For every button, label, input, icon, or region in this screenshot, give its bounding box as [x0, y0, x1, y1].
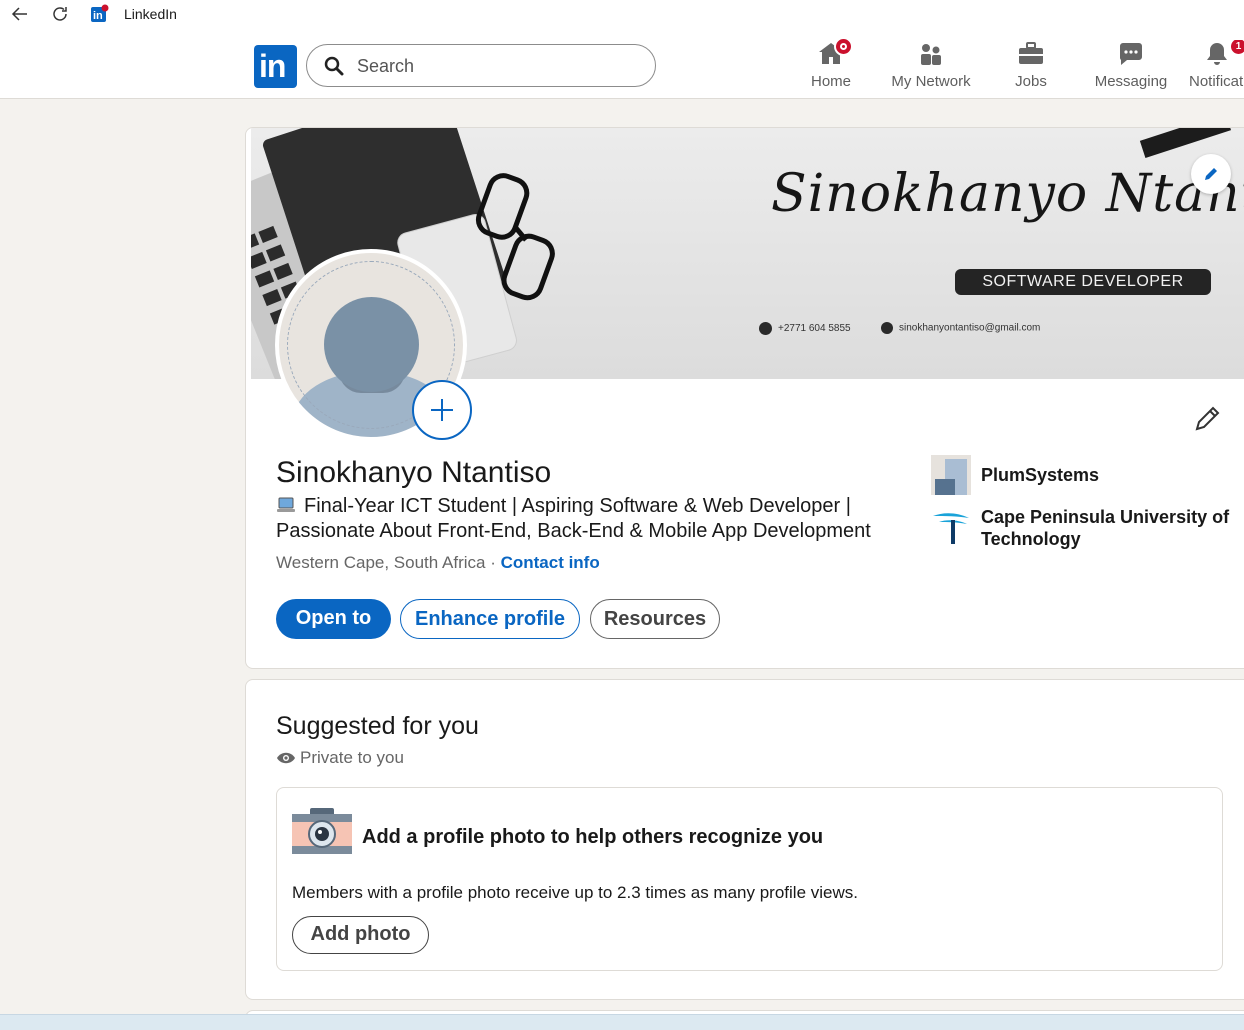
nav-notifications[interactable]: 1 Notificat: [1189, 40, 1244, 94]
linkedin-favicon-icon: in: [91, 4, 109, 22]
phone-icon: [759, 322, 772, 335]
company-logo-icon: [931, 455, 971, 495]
nav-home-label: Home: [810, 73, 851, 90]
add-profile-photo-button[interactable]: [412, 380, 472, 440]
linkedin-logo[interactable]: in: [254, 45, 297, 88]
banner-email: sinokhanyontantiso@gmail.com: [881, 322, 1040, 334]
nav-home[interactable]: Home: [806, 37, 856, 94]
add-photo-button[interactable]: Add photo: [292, 916, 429, 954]
open-to-button[interactable]: Open to: [276, 599, 391, 639]
enhance-profile-button[interactable]: Enhance profile: [400, 599, 580, 639]
eye-icon: [277, 752, 295, 764]
suggested-title: Suggested for you: [276, 712, 479, 740]
add-photo-heading: Add a profile photo to help others recog…: [362, 826, 824, 848]
profile-name: Sinokhanyo Ntantiso: [276, 456, 552, 489]
search-box[interactable]: [306, 44, 656, 87]
bell-icon: [1207, 43, 1227, 65]
profile-headline: Final-Year ICT Student | Aspiring Softwa…: [276, 494, 906, 544]
pencil-icon: [1205, 168, 1217, 180]
university-logo-icon: [933, 513, 969, 544]
edit-banner-button[interactable]: [1191, 154, 1231, 194]
nav-jobs-label: Jobs: [1015, 73, 1047, 90]
nav-my-network[interactable]: My Network: [888, 40, 974, 94]
message-icon: [1120, 43, 1142, 65]
edit-profile-pencil-icon[interactable]: [1192, 404, 1222, 434]
resources-button[interactable]: Resources: [590, 599, 720, 639]
suggested-card: Suggested for you Private to you Add a p…: [245, 679, 1244, 1000]
add-photo-description: Members with a profile photo receive up …: [292, 883, 858, 902]
window-title: LinkedIn: [124, 6, 177, 22]
privacy-label: Private to you: [300, 748, 404, 767]
add-photo-suggestion: Add a profile photo to help others recog…: [276, 787, 1223, 971]
org-cput-name: Cape Peninsula University of Technology: [981, 507, 1230, 549]
top-navbar: in Home My Network Jobs Messaging 1 Noti…: [0, 28, 1244, 99]
profile-card: Sinokhanyo Ntantiso SOFTWARE DEVELOPER +…: [245, 127, 1244, 669]
nav-network-label: My Network: [891, 73, 971, 90]
nav-messaging-label: Messaging: [1094, 73, 1168, 90]
notifications-count-badge: 1: [1229, 40, 1244, 56]
banner-email-text: sinokhanyontantiso@gmail.com: [899, 322, 1041, 334]
banner-name-text: Sinokhanyo Ntantiso: [771, 164, 1244, 224]
logo-text: in: [259, 48, 286, 84]
nav-jobs[interactable]: Jobs: [1006, 40, 1056, 94]
profile-location: Western Cape, South Africa: [276, 553, 486, 572]
profile-location-line: Western Cape, South Africa · Contact inf…: [276, 553, 600, 573]
banner-phone: +2771 604 5855: [759, 322, 851, 335]
search-input[interactable]: [357, 53, 637, 79]
back-arrow-icon[interactable]: [10, 4, 30, 24]
svg-text:in: in: [93, 10, 103, 22]
org-plumsystems-name: PlumSystems: [981, 465, 1100, 485]
profile-headline-text: Final-Year ICT Student | Aspiring Softwa…: [276, 495, 871, 542]
camera-icon: [292, 808, 352, 854]
nav-messaging[interactable]: Messaging: [1093, 40, 1169, 94]
banner-role-pill: SOFTWARE DEVELOPER: [955, 269, 1211, 295]
search-icon: [324, 56, 344, 76]
home-notification-badge: [834, 37, 853, 56]
refresh-icon[interactable]: [50, 4, 70, 24]
email-icon: [881, 322, 893, 334]
private-to-you: Private to you: [276, 748, 404, 768]
banner-phone-text: +2771 604 5855: [778, 323, 851, 335]
briefcase-icon: [1019, 42, 1043, 64]
browser-titlebar: in LinkedIn: [0, 0, 1244, 28]
os-taskbar: [0, 1014, 1244, 1030]
network-icon: [921, 44, 941, 65]
nav-notifications-label: Notificat: [1189, 73, 1244, 90]
contact-info-link[interactable]: Contact info: [501, 553, 600, 572]
location-separator: ·: [485, 553, 501, 572]
laptop-emoji-icon: [277, 497, 295, 512]
